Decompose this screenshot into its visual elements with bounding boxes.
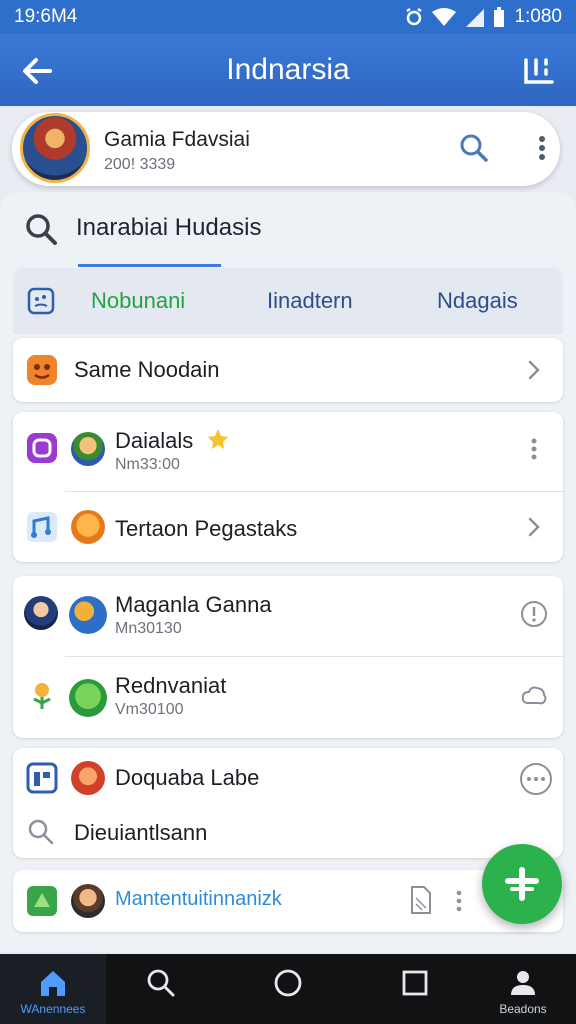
tab-ndagais[interactable]: Ndagais	[437, 288, 518, 314]
signal-icon	[466, 9, 485, 27]
list-item[interactable]: Mantentuitinnanizk	[13, 870, 563, 932]
home-icon	[41, 971, 65, 996]
list-item[interactable]: Doquaba Labe	[13, 748, 563, 808]
person-icon	[511, 971, 535, 995]
item-title: Maganla Ganna	[115, 592, 272, 617]
game-face-icon	[27, 355, 57, 385]
nav-recents[interactable]	[362, 954, 468, 1024]
more-horiz-icon[interactable]	[519, 762, 553, 796]
status-time: 19:6M4	[14, 6, 78, 27]
list-card: Mantentuitinnanizk	[13, 870, 563, 932]
nav-home[interactable]: WAnennees	[0, 954, 106, 1024]
cloud-icon[interactable]	[519, 681, 549, 711]
avatar	[71, 510, 105, 544]
item-title: Doquaba Labe	[115, 765, 260, 790]
battery-icon	[494, 7, 505, 27]
circle-icon	[274, 969, 302, 997]
search-underline	[78, 264, 221, 267]
item-title: Daialals	[115, 428, 194, 453]
music-icon	[27, 512, 57, 542]
nav-home-label: WAnennees	[20, 1002, 86, 1016]
avatar[interactable]	[20, 113, 90, 183]
profile-header-card[interactable]: Gamia Fdavsiai 200! 3339	[12, 112, 560, 186]
grid-menu-icon[interactable]	[520, 52, 558, 90]
document-icon[interactable]	[409, 884, 433, 916]
list-card: Daialals Nm33:00 Tertaon Pegastaks	[13, 412, 563, 562]
more-vert-icon[interactable]	[453, 888, 465, 914]
more-vert-icon[interactable]	[519, 434, 549, 464]
search-icon[interactable]	[458, 132, 490, 164]
list-item[interactable]: Dieuiantlsann	[13, 810, 563, 856]
avatar	[71, 761, 105, 795]
nav-home-circle[interactable]	[235, 954, 341, 1024]
list-item[interactable]: Rednvaniat Vm30100	[13, 657, 563, 738]
nav-profile[interactable]: Beadons	[470, 954, 576, 1024]
list-item[interactable]: Tertaon Pegastaks	[13, 492, 563, 562]
search-bar[interactable]: Inarabiai Hudasis	[0, 196, 576, 264]
flower-icon	[33, 683, 51, 709]
tab-nobunani[interactable]: Nobunani	[91, 288, 185, 314]
window-icon	[26, 762, 58, 794]
status-icons: 1:080	[404, 6, 562, 28]
avatar	[69, 596, 107, 634]
plus-icon	[505, 867, 539, 901]
item-title: Mantentuitinnanizk	[115, 888, 282, 910]
chevron-right-icon[interactable]	[519, 512, 549, 542]
chevron-right-icon[interactable]	[519, 355, 549, 385]
item-title: Tertaon Pegastaks	[115, 516, 298, 541]
item-title: Dieuiantlsann	[74, 820, 208, 845]
star-icon	[208, 429, 228, 449]
info-icon[interactable]	[519, 599, 549, 629]
square-icon	[402, 970, 428, 996]
app-square-icon	[27, 433, 57, 463]
list-card: Same Noodain	[13, 338, 563, 402]
search-icon	[26, 214, 57, 245]
item-subtitle: Mn30130	[115, 620, 182, 637]
list-card: Maganla Ganna Mn30130 Rednvaniat Vm30100	[13, 576, 563, 738]
avatar	[24, 596, 58, 630]
tab-bar: Nobunani Iinadtern Ndagais	[13, 268, 563, 334]
nav-profile-label: Beadons	[499, 1002, 547, 1016]
avatar	[71, 884, 105, 918]
list-item[interactable]: Same Noodain	[13, 338, 563, 402]
add-button[interactable]	[482, 844, 562, 924]
item-subtitle: Nm33:00	[115, 456, 180, 473]
search-input[interactable]: Inarabiai Hudasis	[76, 214, 261, 242]
profile-subtitle: 200! 3339	[104, 156, 176, 173]
alarm-icon	[406, 7, 423, 26]
search-icon	[28, 819, 54, 845]
list-card: Doquaba Labe Dieuiantlsann	[13, 748, 563, 858]
item-title: Same Noodain	[74, 357, 220, 382]
more-vert-icon[interactable]	[528, 132, 556, 164]
status-bar: 19:6M4 1:080	[0, 0, 576, 34]
nav-search[interactable]	[108, 954, 214, 1024]
item-title: Rednvaniat	[115, 673, 227, 698]
tab-iinadtern[interactable]: Iinadtern	[267, 288, 353, 314]
status-clock: 1:080	[514, 6, 562, 27]
list-item[interactable]: Daialals Nm33:00	[13, 412, 563, 490]
avatar	[71, 432, 105, 466]
bottom-nav: WAnennees Beadons	[0, 954, 576, 1024]
game-icon	[27, 886, 57, 916]
page-title: Indnarsia	[226, 53, 350, 86]
profile-name: Gamia Fdavsiai	[104, 128, 250, 151]
item-subtitle: Vm30100	[115, 701, 184, 718]
chat-icon[interactable]	[27, 287, 55, 315]
back-arrow-icon[interactable]	[18, 52, 56, 90]
list-item[interactable]: Maganla Ganna Mn30130	[13, 576, 563, 656]
wifi-icon	[432, 8, 457, 26]
app-bar: Indnarsia	[0, 34, 576, 106]
avatar	[69, 679, 107, 717]
search-icon	[147, 969, 175, 997]
